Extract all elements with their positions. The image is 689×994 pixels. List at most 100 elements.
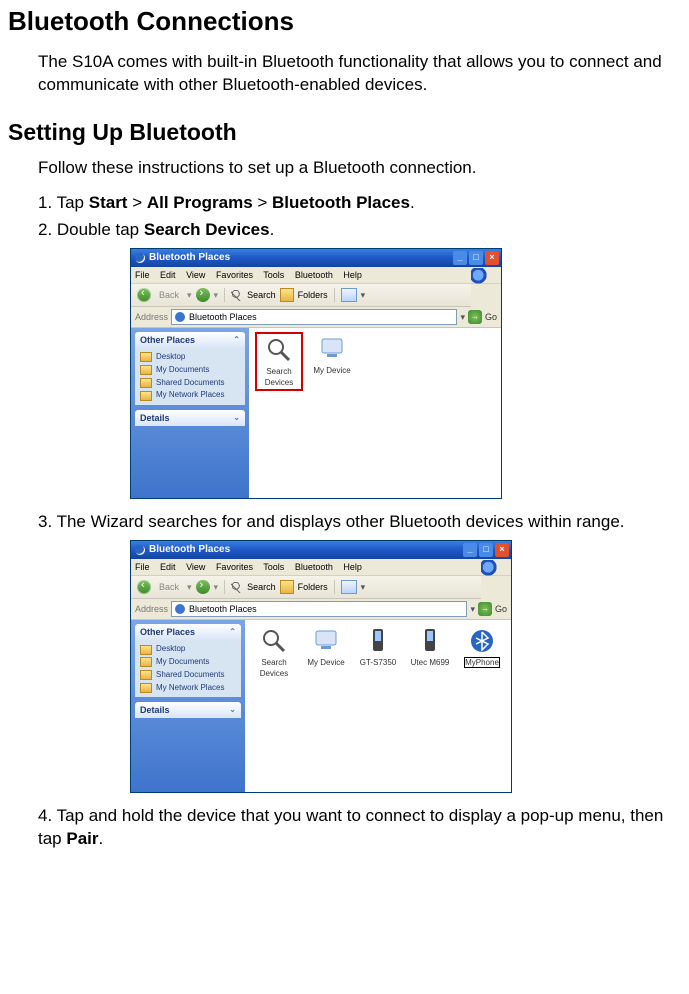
menu-edit[interactable]: Edit: [160, 270, 176, 280]
views-icon[interactable]: [341, 580, 357, 594]
app-icon: [135, 253, 145, 263]
toolbar: Back ▾ ▾ Search Folders ▾: [131, 284, 471, 307]
address-label: Address: [135, 603, 168, 615]
folders-icon: [280, 288, 294, 302]
section-title: Setting Up Bluetooth: [8, 119, 681, 146]
sidebar-item-shared[interactable]: Shared Documents: [140, 669, 236, 682]
bluetooth-icon: [175, 604, 185, 614]
device-myphone[interactable]: MyPhone: [461, 626, 503, 669]
panel-details[interactable]: Details ⌄: [135, 702, 241, 718]
menu-favorites[interactable]: Favorites: [216, 562, 253, 572]
menu-bluetooth[interactable]: Bluetooth: [295, 270, 333, 280]
go-button[interactable]: →: [478, 602, 492, 616]
window-title: Bluetooth Places: [149, 543, 461, 557]
menu-help[interactable]: Help: [343, 270, 362, 280]
step-2: 2. Double tap Search Devices.: [38, 219, 681, 242]
address-input[interactable]: Bluetooth Places: [171, 601, 467, 617]
search-icon: [231, 581, 243, 593]
sidebar: Other Places ⌃ Desktop My Documents Shar…: [131, 328, 249, 498]
menu-view[interactable]: View: [186, 270, 205, 280]
screenshot-1: Bluetooth Places _ □ × File Edit View Fa…: [130, 248, 502, 499]
addressbar: Address Bluetooth Places ▾ → Go: [131, 307, 501, 328]
device-my[interactable]: My Device: [305, 626, 347, 669]
maximize-button[interactable]: □: [479, 543, 493, 557]
content-area: Search Devices My Device: [249, 328, 501, 498]
back-icon[interactable]: [137, 580, 151, 594]
sidebar-item-network[interactable]: My Network Places: [140, 682, 236, 695]
addressbar: Address Bluetooth Places ▾ → Go: [131, 599, 511, 620]
phone-icon: [363, 626, 393, 656]
menu-favorites[interactable]: Favorites: [216, 270, 253, 280]
phone-icon: [415, 626, 445, 656]
page-title: Bluetooth Connections: [8, 6, 681, 37]
menu-tools[interactable]: Tools: [263, 270, 284, 280]
app-icon: [135, 545, 145, 555]
go-button[interactable]: →: [468, 310, 482, 324]
menu-help[interactable]: Help: [343, 562, 362, 572]
search-icon: [231, 289, 243, 301]
folders-icon: [280, 580, 294, 594]
menubar: File Edit View Favorites Tools Bluetooth…: [131, 559, 511, 576]
address-input[interactable]: Bluetooth Places: [171, 309, 457, 325]
chevron-up-icon: ⌃: [229, 627, 236, 638]
views-icon[interactable]: [341, 288, 357, 302]
forward-button[interactable]: [196, 288, 210, 302]
forward-button[interactable]: [196, 580, 210, 594]
toolbar-search[interactable]: Search: [247, 289, 276, 301]
panel-details[interactable]: Details ⌄: [135, 410, 245, 426]
search-devices-icon: [259, 626, 289, 656]
address-label: Address: [135, 311, 168, 323]
minimize-button[interactable]: _: [463, 543, 477, 557]
device-search[interactable]: Search Devices: [253, 626, 295, 680]
window-title: Bluetooth Places: [149, 251, 451, 265]
device-my[interactable]: My Device: [311, 334, 353, 377]
close-button[interactable]: ×: [495, 543, 509, 557]
menu-tools[interactable]: Tools: [263, 562, 284, 572]
menu-file[interactable]: File: [135, 562, 150, 572]
chevron-up-icon: ⌃: [233, 335, 240, 346]
close-button[interactable]: ×: [485, 251, 499, 265]
menu-bluetooth[interactable]: Bluetooth: [295, 562, 333, 572]
step-1: 1. Tap Start > All Programs > Bluetooth …: [38, 192, 681, 215]
titlebar: Bluetooth Places _ □ ×: [131, 249, 501, 267]
panel-other-places[interactable]: Other Places ⌃: [135, 332, 245, 348]
sidebar-item-shared[interactable]: Shared Documents: [140, 377, 240, 390]
my-device-icon: [311, 626, 341, 656]
step-4: 4. Tap and hold the device that you want…: [38, 805, 681, 851]
minimize-button[interactable]: _: [453, 251, 467, 265]
sidebar-item-mydocs[interactable]: My Documents: [140, 656, 236, 669]
ie-logo-icon: [471, 268, 489, 286]
device-search[interactable]: Search Devices: [257, 334, 301, 390]
sidebar-item-network[interactable]: My Network Places: [140, 389, 240, 402]
device-phone-1[interactable]: GT-S7350: [357, 626, 399, 669]
titlebar: Bluetooth Places _ □ ×: [131, 541, 511, 559]
content-area: Search Devices My Device GT-S7350: [245, 620, 511, 792]
menubar: File Edit View Favorites Tools Bluetooth…: [131, 267, 501, 284]
toolbar: Back ▾ ▾ Search Folders ▾: [131, 576, 481, 599]
maximize-button[interactable]: □: [469, 251, 483, 265]
menu-edit[interactable]: Edit: [160, 562, 176, 572]
toolbar-folders[interactable]: Folders: [298, 581, 328, 593]
chevron-down-icon: ⌄: [233, 413, 240, 424]
screenshot-2: Bluetooth Places _ □ × File Edit View Fa…: [130, 540, 512, 793]
back-button[interactable]: Back: [155, 287, 183, 303]
search-devices-icon: [264, 335, 294, 365]
step-3: 3. The Wizard searches for and displays …: [38, 511, 681, 534]
menu-view[interactable]: View: [186, 562, 205, 572]
sidebar-item-mydocs[interactable]: My Documents: [140, 364, 240, 377]
back-button[interactable]: Back: [155, 579, 183, 595]
ie-logo-icon: [481, 560, 499, 578]
my-device-icon: [317, 334, 347, 364]
sidebar-item-desktop[interactable]: Desktop: [140, 351, 240, 364]
panel-other-places[interactable]: Other Places ⌃: [135, 624, 241, 640]
menu-file[interactable]: File: [135, 270, 150, 280]
back-icon[interactable]: [137, 288, 151, 302]
bluetooth-device-icon: [467, 626, 497, 656]
chevron-down-icon: ⌄: [229, 705, 236, 716]
device-phone-2[interactable]: Utec M699: [409, 626, 451, 669]
toolbar-folders[interactable]: Folders: [298, 289, 328, 301]
section-sub: Follow these instructions to set up a Bl…: [38, 158, 681, 178]
toolbar-search[interactable]: Search: [247, 581, 276, 593]
sidebar-item-desktop[interactable]: Desktop: [140, 643, 236, 656]
sidebar: Other Places ⌃ Desktop My Documents Shar…: [131, 620, 245, 792]
